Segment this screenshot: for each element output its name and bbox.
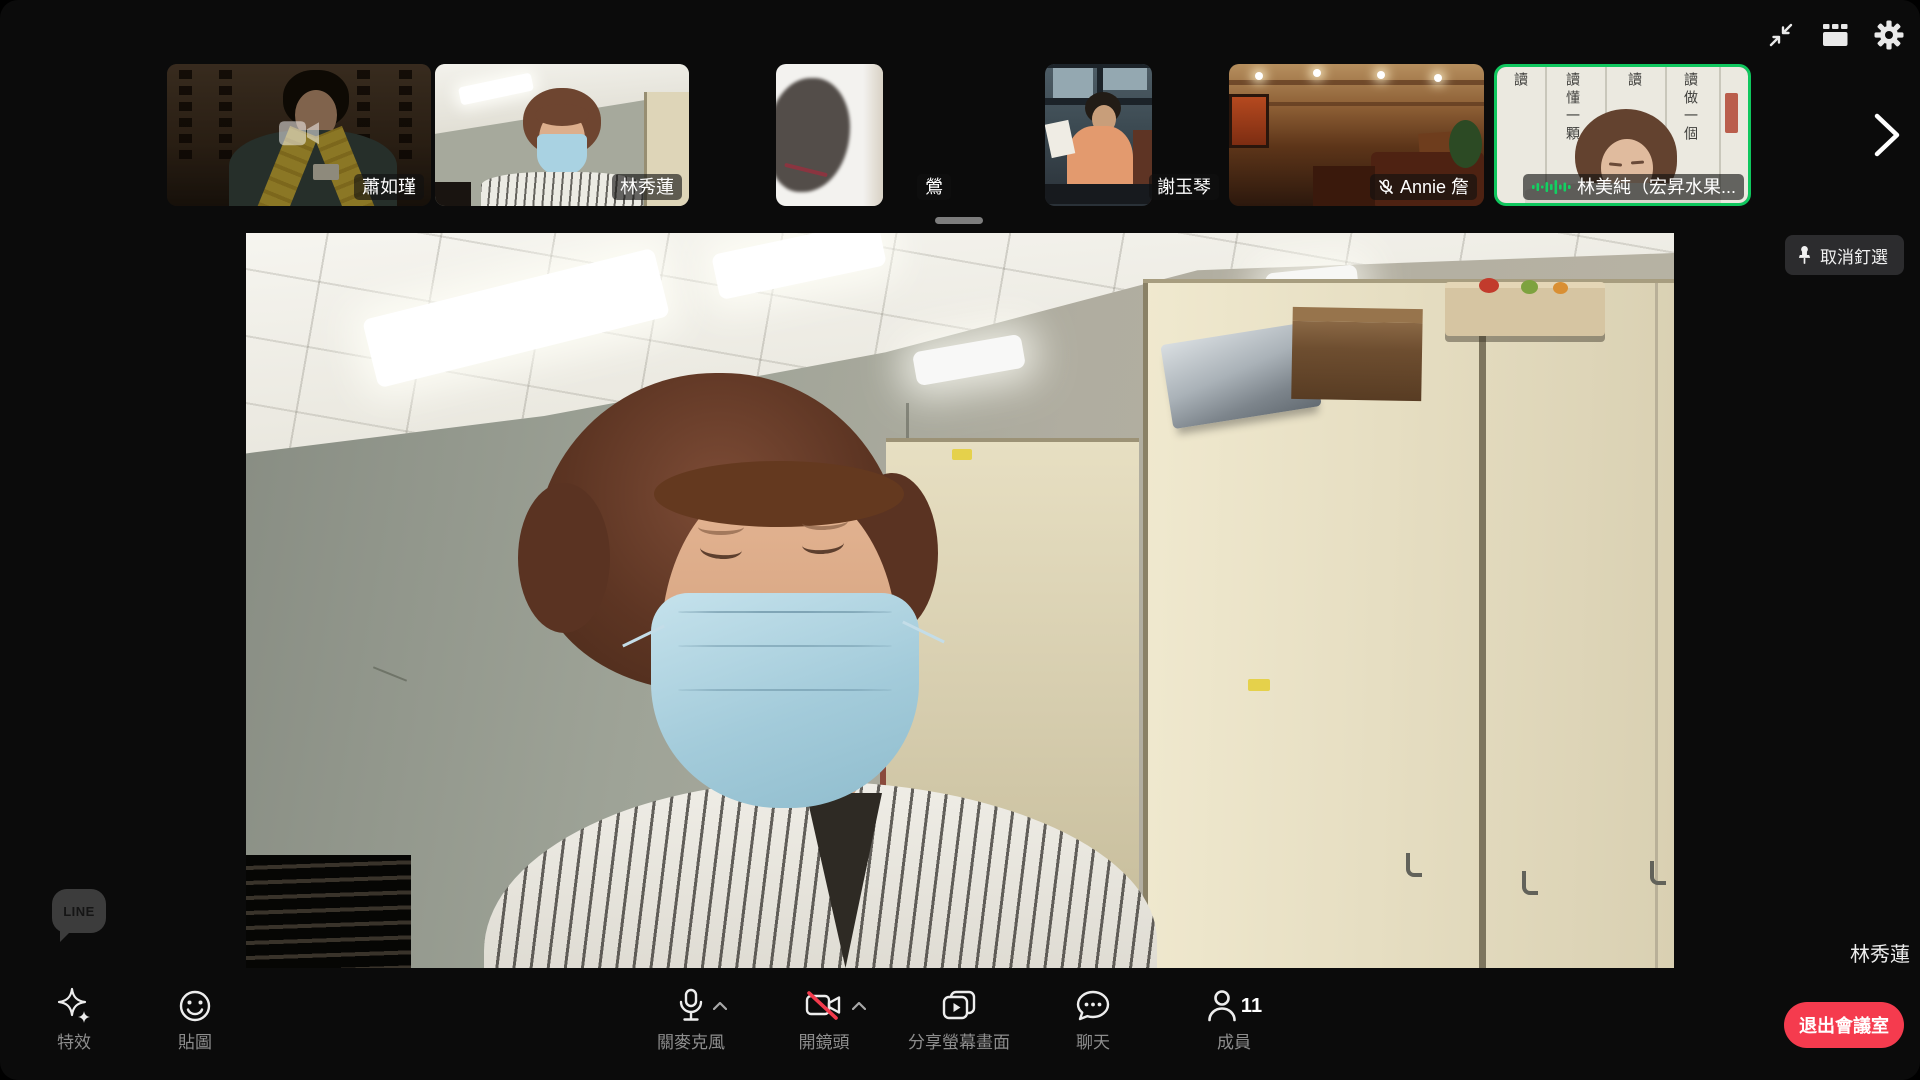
art-painting — [1229, 94, 1269, 148]
members-person-icon: 11 — [1206, 986, 1262, 1026]
share-screen-button[interactable]: 分享螢幕畫面 — [889, 986, 1029, 1051]
art-shade — [863, 64, 883, 206]
participant-name: 鶯 — [925, 178, 943, 196]
art-floor — [1045, 184, 1152, 204]
art-cabinet-handle — [1650, 861, 1666, 885]
camera-off-icon — [805, 986, 843, 1026]
art-shelf — [435, 182, 471, 206]
art-fruit — [1479, 278, 1499, 293]
participant-name: 謝玉琴 — [1157, 178, 1211, 196]
members-label: 成員 — [1217, 1034, 1251, 1051]
chat-button[interactable]: 聊天 — [1053, 986, 1133, 1051]
art-seal — [1725, 93, 1738, 133]
window-controls — [1764, 18, 1906, 52]
art-face-mask — [537, 134, 587, 176]
chat-label: 聊天 — [1076, 1034, 1110, 1051]
mic-button[interactable]: 關麥克風 — [648, 986, 734, 1051]
art-hair-fringe — [654, 461, 904, 527]
art-fruit — [1553, 282, 1568, 294]
effects-button[interactable]: 特效 — [34, 986, 114, 1051]
chat-bubble-icon — [1076, 986, 1110, 1026]
participant-thumbnail[interactable]: Annie 詹 — [1229, 64, 1484, 206]
collapse-window-icon[interactable] — [1764, 18, 1798, 52]
art-sky — [1103, 66, 1147, 90]
meeting-window: 蕭如瑾 林秀蓮 鶯 — [0, 0, 1920, 1080]
participant-thumbnail[interactable]: 蕭如瑾 — [167, 64, 431, 206]
microphone-icon — [678, 986, 704, 1026]
art-mask-pleat — [678, 611, 892, 613]
unpin-label: 取消釘選 — [1820, 243, 1888, 268]
share-screen-label: 分享螢幕畫面 — [908, 1034, 1010, 1051]
participant-name: 蕭如瑾 — [362, 178, 416, 196]
art-hair — [518, 483, 610, 633]
participant-name-label: 鶯 — [917, 174, 951, 200]
unpin-button[interactable]: 取消釘選 — [1785, 235, 1904, 275]
participant-name: Annie 詹 — [1400, 178, 1469, 196]
art-sofa — [1313, 166, 1375, 206]
sticker-button[interactable]: 貼圖 — [155, 986, 235, 1051]
art-cabinet-handle — [1522, 871, 1538, 895]
share-screen-icon — [942, 986, 976, 1026]
line-logo: LINE — [52, 889, 106, 933]
leave-meeting-label: 退出會議室 — [1799, 1012, 1889, 1038]
art-ceiling-light — [1313, 69, 1321, 77]
art-wall-mark — [373, 666, 407, 681]
pin-icon — [1797, 245, 1812, 265]
leave-meeting-button[interactable]: 退出會議室 — [1784, 1002, 1904, 1048]
participant-name-label: 蕭如瑾 — [354, 174, 424, 200]
participant-thumbnail[interactable]: 謝玉琴 — [971, 64, 1226, 206]
grid-view-icon[interactable] — [1818, 18, 1852, 52]
art-dark-shelf — [246, 855, 411, 968]
camera-options-chevron-icon[interactable] — [852, 1002, 866, 1010]
camera-button[interactable]: 開鏡頭 — [782, 986, 866, 1051]
members-count: 11 — [1241, 995, 1262, 1018]
participant-thumbnail[interactable]: 林秀蓮 — [435, 64, 689, 206]
next-thumbnails-chevron-icon[interactable] — [1866, 110, 1908, 160]
members-button[interactable]: 11 成員 — [1191, 986, 1277, 1051]
art-mask-pleat — [678, 689, 892, 691]
effects-label: 特效 — [57, 1034, 91, 1051]
participant-name-label: 林美純（宏昇水果... — [1523, 174, 1744, 200]
participant-thumbnail[interactable]: 鶯 — [703, 64, 957, 206]
camera-icon — [278, 118, 320, 148]
participant-name: 林美純（宏昇水果... — [1577, 178, 1736, 196]
art-sticky-note — [1248, 679, 1270, 691]
thumbnail-video — [776, 64, 883, 206]
camera-label: 開鏡頭 — [799, 1034, 850, 1051]
art-ceiling-light — [1434, 74, 1442, 82]
main-pinned-video — [246, 233, 1674, 968]
art-beam — [1229, 80, 1484, 85]
art-fruit — [1521, 280, 1538, 294]
art-mask-pleat — [678, 645, 892, 647]
settings-gear-icon[interactable] — [1872, 18, 1906, 52]
art-ceiling-light — [1377, 71, 1385, 79]
speaking-indicator-icon — [1531, 179, 1571, 195]
sparkle-icon — [56, 986, 92, 1026]
art-hair-fringe — [535, 104, 589, 126]
strip-drag-handle[interactable] — [935, 217, 983, 224]
art-cabinet-handle — [1406, 853, 1422, 877]
participant-thumbnail[interactable]: 讀 讀懂一顆 讀 讀做一個 — [1494, 64, 1751, 206]
participant-name: 林秀蓮 — [620, 178, 674, 196]
mic-label: 關麥克風 — [657, 1034, 725, 1051]
art-ceiling-light — [1255, 72, 1263, 80]
art-fruit-box — [1445, 282, 1605, 336]
art-sticky-note — [952, 449, 972, 460]
art-face-mask — [651, 593, 919, 808]
art-plant — [1449, 120, 1482, 168]
thumbnail-video — [1045, 64, 1152, 206]
line-logo-text: LINE — [63, 904, 95, 919]
mic-options-chevron-icon[interactable] — [713, 1002, 727, 1010]
main-participant-name: 林秀蓮 — [1850, 938, 1910, 967]
sticker-label: 貼圖 — [178, 1034, 212, 1051]
art-eyebrow — [698, 519, 744, 535]
mic-muted-icon — [1378, 179, 1394, 195]
smiley-icon — [178, 986, 212, 1026]
art-brown-box — [1291, 307, 1423, 401]
participant-name-label: 謝玉琴 — [1149, 174, 1219, 200]
participant-name-label: 林秀蓮 — [612, 174, 682, 200]
art-sky — [1053, 68, 1093, 98]
participant-name-label: Annie 詹 — [1370, 174, 1477, 200]
art-fluorescent-light — [912, 334, 1026, 387]
